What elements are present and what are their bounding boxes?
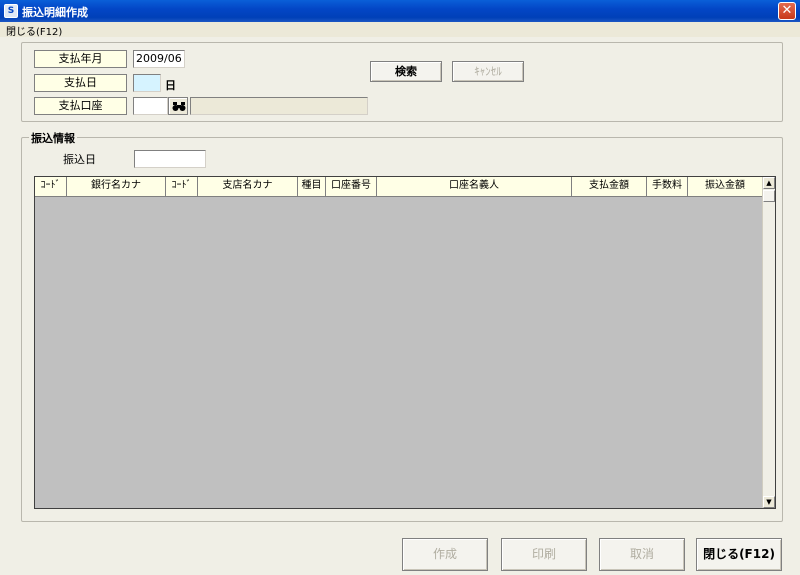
pay-account-name-display bbox=[190, 97, 368, 115]
col-bank-code[interactable]: ｺｰﾄﾞ bbox=[35, 177, 67, 197]
account-search-button[interactable] bbox=[168, 97, 188, 115]
binoculars-icon bbox=[172, 102, 186, 111]
grid-header: ｺｰﾄﾞ 銀行名カナ ｺｰﾄﾞ 支店名カナ 種目 口座番号 口座名義人 支払金額… bbox=[35, 177, 763, 197]
pay-account-label: 支払口座 bbox=[34, 97, 127, 115]
app-icon: S bbox=[4, 4, 18, 18]
menu-bar: 閉じる(F12) bbox=[0, 22, 800, 38]
pay-day-unit: 日 bbox=[165, 79, 176, 92]
scroll-thumb[interactable] bbox=[763, 190, 775, 202]
undo-button[interactable]: 取消 bbox=[599, 538, 685, 571]
col-payment-amount[interactable]: 支払金額 bbox=[572, 177, 647, 197]
scroll-up-icon[interactable]: ▲ bbox=[763, 177, 775, 189]
transfer-grid[interactable]: ｺｰﾄﾞ 銀行名カナ ｺｰﾄﾞ 支店名カナ 種目 口座番号 口座名義人 支払金額… bbox=[34, 176, 776, 509]
menu-close[interactable]: 閉じる(F12) bbox=[6, 23, 62, 38]
pay-day-label: 支払日 bbox=[34, 74, 127, 92]
col-bank-name-kana[interactable]: 銀行名カナ bbox=[67, 177, 166, 197]
col-transfer-amount[interactable]: 振込金額 bbox=[688, 177, 763, 197]
window-title: 振込明細作成 bbox=[22, 6, 88, 19]
cancel-button[interactable]: ｷｬﾝｾﾙ bbox=[452, 61, 524, 82]
transfer-date-label: 振込日 bbox=[63, 153, 96, 166]
window-close-button[interactable]: ✕ bbox=[778, 2, 796, 20]
pay-day-input[interactable] bbox=[133, 74, 161, 92]
col-branch-code[interactable]: ｺｰﾄﾞ bbox=[166, 177, 198, 197]
search-button[interactable]: 検索 bbox=[370, 61, 442, 82]
transfer-date-input[interactable] bbox=[134, 150, 206, 168]
grid-scrollbar[interactable]: ▲ ▼ bbox=[762, 177, 775, 508]
col-account-holder[interactable]: 口座名義人 bbox=[377, 177, 572, 197]
col-fee[interactable]: 手数料 bbox=[647, 177, 688, 197]
col-account-number[interactable]: 口座番号 bbox=[326, 177, 377, 197]
scroll-down-icon[interactable]: ▼ bbox=[763, 496, 775, 508]
pay-month-label: 支払年月 bbox=[34, 50, 127, 68]
col-branch-name-kana[interactable]: 支店名カナ bbox=[198, 177, 298, 197]
transfer-group-title: 振込情報 bbox=[29, 130, 77, 146]
create-button[interactable]: 作成 bbox=[402, 538, 488, 571]
title-bar: S 振込明細作成 ✕ bbox=[0, 0, 800, 22]
pay-account-code-input[interactable] bbox=[133, 97, 168, 115]
col-account-type[interactable]: 種目 bbox=[298, 177, 326, 197]
print-button[interactable]: 印刷 bbox=[501, 538, 587, 571]
pay-month-input[interactable]: 2009/06 bbox=[133, 50, 185, 68]
close-button[interactable]: 閉じる(F12) bbox=[696, 538, 782, 571]
